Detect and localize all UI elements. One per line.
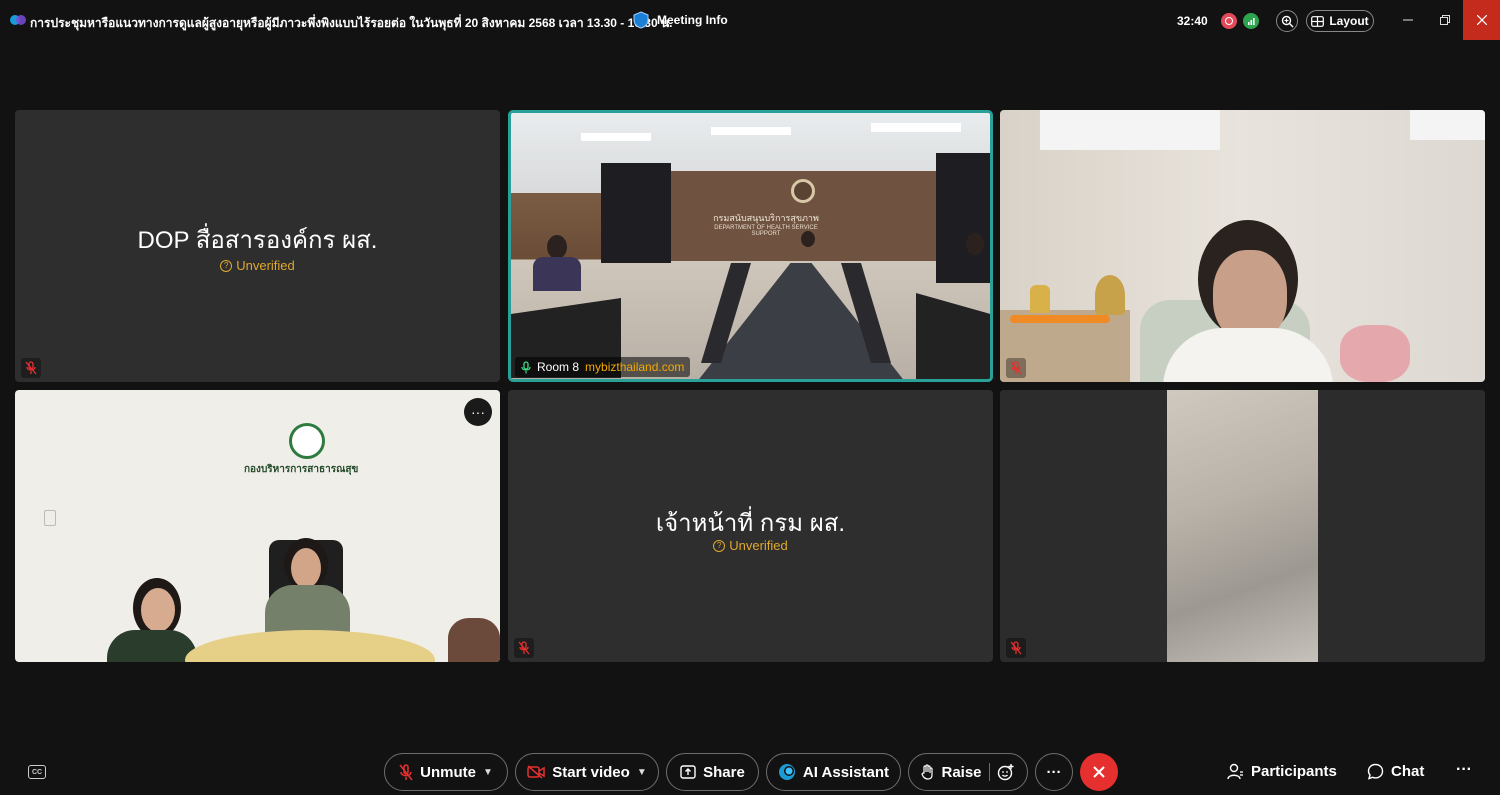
meeting-info-label: Meeting Info: [657, 13, 728, 27]
participant-name: เจ้าหน้าที่ กรม ผส.: [655, 510, 846, 537]
chevron-down-icon[interactable]: ▼: [483, 767, 493, 778]
ai-assistant-label: AI Assistant: [802, 763, 890, 781]
magnifier-icon: [1281, 15, 1293, 27]
chevron-down-icon[interactable]: ▼: [637, 767, 647, 778]
unverified-label: Unverified: [236, 258, 295, 273]
hand-icon: [921, 764, 934, 780]
muted-mic-icon: [21, 358, 41, 378]
participants-icon: [1227, 763, 1243, 780]
ai-assistant-icon: [778, 764, 795, 780]
wall-sign: กองบริหารการสาธารณสุข: [244, 464, 359, 475]
recording-icon[interactable]: [1221, 13, 1237, 29]
tile-more-button[interactable]: ···: [464, 398, 492, 426]
raise-hand-button[interactable]: Raise: [908, 753, 1028, 791]
watermark-text: mybizthailand.com: [585, 360, 685, 374]
restore-button[interactable]: [1426, 0, 1463, 40]
layout-label: Layout: [1329, 14, 1369, 28]
shield-icon: [633, 11, 649, 29]
participant-tile[interactable]: [1000, 110, 1485, 382]
more-horizontal-icon: ···: [1046, 763, 1062, 781]
close-icon: [1093, 766, 1105, 778]
webex-logo-icon: [10, 15, 26, 25]
share-label: Share: [703, 763, 745, 781]
video-feed: [1000, 390, 1485, 662]
mic-muted-icon: [399, 763, 413, 780]
share-button[interactable]: Share: [666, 753, 759, 791]
restore-icon: [1439, 15, 1450, 25]
video-off-icon: [527, 765, 546, 779]
more-horizontal-icon: ···: [1456, 761, 1472, 778]
close-icon: [1476, 15, 1487, 25]
ministry-emblem-icon: [289, 423, 325, 459]
closed-captions-button[interactable]: CC: [28, 765, 46, 779]
meeting-timer: 32:40: [1177, 14, 1208, 28]
network-health-icon[interactable]: [1243, 13, 1259, 29]
share-icon: [680, 765, 696, 779]
raise-label: Raise: [941, 763, 982, 781]
video-feed: กองบริหารการสาธารณสุข: [15, 390, 500, 662]
mic-icon: [521, 360, 531, 373]
more-options-button[interactable]: ···: [1035, 753, 1073, 791]
reaction-icon[interactable]: [997, 763, 1015, 781]
meeting-title: การประชุมหารือแนวทางการดูแลผู้สูงอายุหรื…: [30, 16, 673, 30]
more-horizontal-icon: ···: [471, 404, 485, 420]
minimize-button[interactable]: [1389, 0, 1426, 40]
video-feed: [1000, 110, 1485, 382]
meeting-info-button[interactable]: Meeting Info: [633, 11, 728, 29]
participants-label: Participants: [1251, 763, 1337, 780]
question-icon: ?: [713, 539, 726, 552]
question-icon: ?: [220, 259, 233, 272]
participant-tile[interactable]: [1000, 390, 1485, 662]
chat-bubble-icon: [1367, 763, 1384, 780]
signal-bars-icon: [1248, 18, 1255, 25]
divider: [988, 763, 990, 781]
participant-name: DOP สื่อสารองค์กร ผส.: [137, 227, 378, 254]
muted-mic-icon: [514, 638, 534, 658]
start-video-button[interactable]: Start video ▼: [515, 753, 659, 791]
chat-button[interactable]: Chat: [1367, 763, 1424, 780]
zoom-button[interactable]: [1276, 10, 1298, 32]
room-sign: กรมสนับสนุนบริการสุขภาพ: [713, 213, 819, 223]
grid-icon: [1311, 15, 1325, 27]
emblem-icon: [791, 179, 815, 203]
chat-label: Chat: [1391, 763, 1425, 780]
unmute-label: Unmute: [420, 763, 476, 781]
unverified-badge: ? Unverified: [15, 258, 500, 273]
unmute-button[interactable]: Unmute ▼: [384, 753, 508, 791]
participant-name: Room 8: [537, 360, 580, 374]
overflow-menu-button[interactable]: ···: [1456, 761, 1472, 779]
participant-tile[interactable]: เจ้าหน้าที่ กรม ผส. ? Unverified: [508, 390, 993, 662]
portrait-video: [1167, 390, 1318, 662]
close-window-button[interactable]: [1463, 0, 1500, 40]
muted-mic-icon: [1006, 358, 1026, 378]
muted-mic-icon: [1006, 638, 1026, 658]
video-feed: กรมสนับสนุนบริการสุขภาพ DEPARTMENT OF HE…: [511, 113, 990, 379]
meeting-controls: CC Unmute ▼ Start video ▼ Share AI Assis…: [0, 748, 1500, 795]
participant-tile-active-speaker[interactable]: กรมสนับสนุนบริการสุขภาพ DEPARTMENT OF HE…: [508, 110, 993, 382]
participants-button[interactable]: Participants: [1227, 763, 1337, 780]
title-bar: การประชุมหารือแนวทางการดูแลผู้สูงอายุหรื…: [0, 0, 1500, 42]
participant-tile[interactable]: กองบริหารการสาธารณสุข ···: [15, 390, 500, 662]
ai-assistant-button[interactable]: AI Assistant: [766, 753, 901, 791]
cc-icon: CC: [31, 768, 43, 776]
unverified-label: Unverified: [729, 538, 788, 553]
leave-meeting-button[interactable]: [1080, 753, 1118, 791]
layout-button[interactable]: Layout: [1306, 10, 1374, 32]
unverified-badge: ? Unverified: [508, 538, 993, 553]
participant-name-tag: Room 8 mybizthailand.com: [515, 357, 691, 377]
start-video-label: Start video: [552, 763, 630, 781]
participant-tile[interactable]: DOP สื่อสารองค์กร ผส. ? Unverified: [15, 110, 500, 382]
minimize-icon: [1402, 19, 1413, 21]
